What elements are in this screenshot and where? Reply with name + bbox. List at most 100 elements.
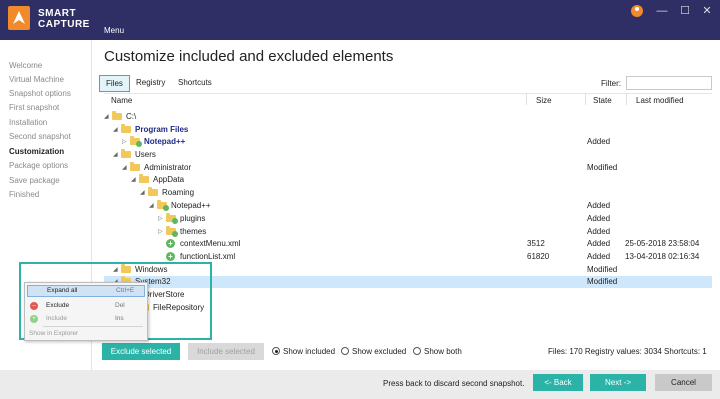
plus-icon: + bbox=[30, 315, 38, 323]
menu-item-exclude[interactable]: – Exclude Del bbox=[27, 300, 145, 312]
radio-label: Show excluded bbox=[352, 347, 407, 356]
folder-icon bbox=[121, 124, 131, 133]
menu-item-show-in-explorer[interactable]: Show in Explorer bbox=[27, 328, 145, 340]
column-size[interactable]: Size bbox=[536, 96, 552, 105]
collapse-arrow-icon[interactable]: ◢ bbox=[122, 162, 127, 174]
radio-label: Show both bbox=[424, 347, 462, 356]
radio-show-included[interactable]: Show included bbox=[272, 347, 335, 356]
folder-icon bbox=[166, 213, 178, 224]
expand-arrow-icon[interactable]: ▷ bbox=[122, 136, 127, 148]
step-second-snapshot[interactable]: Second snapshot bbox=[9, 132, 71, 141]
column-state[interactable]: State bbox=[593, 96, 612, 105]
step-finished[interactable]: Finished bbox=[9, 190, 39, 199]
tree-row[interactable]: ◢ AppData bbox=[104, 174, 712, 186]
back-button[interactable]: <- Back bbox=[533, 374, 583, 391]
menu-item-shortcut: Del bbox=[115, 302, 125, 309]
added-badge-icon bbox=[136, 141, 142, 147]
step-customization[interactable]: Customization bbox=[9, 147, 64, 156]
tree-row[interactable]: ◢ Program Files bbox=[104, 124, 712, 136]
tree-row[interactable]: ▷ Notepad++ Added bbox=[104, 136, 712, 148]
maximize-icon[interactable]: ☐ bbox=[677, 4, 693, 18]
next-button[interactable]: Next -> bbox=[590, 374, 646, 391]
tree-row[interactable]: + contextMenu.xml 3512 Added 25-05-2018 23:5… bbox=[104, 238, 712, 250]
tree-row-size: 3512 bbox=[527, 239, 545, 248]
tree-row-state: Added bbox=[587, 239, 611, 248]
step-first-snapshot[interactable]: First snapshot bbox=[9, 103, 59, 112]
tree-row-name: Administrator bbox=[144, 163, 192, 172]
tree-row[interactable]: ◢ Administrator Modified bbox=[104, 162, 712, 174]
tree-row-name: Program Files bbox=[135, 125, 189, 134]
expand-arrow-icon[interactable]: ▷ bbox=[158, 213, 163, 225]
logo-line-2: CAPTURE bbox=[38, 19, 90, 30]
tree-row-modified: 25-05-2018 23:58:04 bbox=[625, 239, 700, 248]
radio-label: Show included bbox=[283, 347, 336, 356]
menu-item-shortcut: Ins bbox=[115, 315, 124, 322]
step-welcome[interactable]: Welcome bbox=[9, 61, 42, 70]
collapse-arrow-icon[interactable]: ◢ bbox=[149, 200, 154, 212]
column-separator[interactable] bbox=[526, 93, 527, 105]
tree-row-state: Modified bbox=[587, 277, 618, 286]
tree-row[interactable]: ◢ Roaming bbox=[104, 187, 712, 199]
folder-icon bbox=[139, 174, 149, 183]
tree-row-state: Added bbox=[587, 227, 611, 236]
tab-files[interactable]: Files bbox=[99, 75, 130, 92]
menu-separator bbox=[43, 326, 143, 327]
column-separator[interactable] bbox=[626, 93, 627, 105]
step-snapshot-options[interactable]: Snapshot options bbox=[9, 89, 71, 98]
column-separator[interactable] bbox=[585, 93, 586, 105]
collapse-arrow-icon[interactable]: ◢ bbox=[113, 124, 118, 136]
radio-dot[interactable] bbox=[272, 347, 280, 355]
expand-arrow-icon[interactable]: ▷ bbox=[158, 226, 163, 238]
column-last-modified[interactable]: Last modified bbox=[636, 96, 684, 105]
app-logo-text: SMART CAPTURE bbox=[38, 8, 90, 30]
tree-row[interactable]: ▷ themes Added bbox=[104, 226, 712, 238]
context-menu: Expand all Ctrl+E – Exclude Del + Includ… bbox=[24, 282, 148, 341]
step-installation[interactable]: Installation bbox=[9, 118, 47, 127]
user-icon[interactable] bbox=[631, 5, 643, 17]
tree-row-size: 61820 bbox=[527, 252, 550, 261]
tree-row[interactable]: ◢ Users bbox=[104, 149, 712, 161]
added-badge-icon bbox=[163, 205, 169, 211]
menu-item-label: Exclude bbox=[46, 302, 70, 309]
column-name[interactable]: Name bbox=[111, 96, 132, 105]
tree-row[interactable]: ◢ Notepad++ Added bbox=[104, 200, 712, 212]
tree-row-state: Modified bbox=[587, 163, 618, 172]
tab-shortcuts[interactable]: Shortcuts bbox=[172, 75, 218, 92]
menu-item-expand-all[interactable]: Expand all Ctrl+E bbox=[27, 285, 145, 297]
collapse-arrow-icon[interactable]: ◢ bbox=[104, 111, 109, 123]
tree-row-name: Notepad++ bbox=[144, 137, 186, 146]
step-package-options[interactable]: Package options bbox=[9, 161, 68, 170]
folder-icon bbox=[121, 149, 131, 158]
tree-row-state: Modified bbox=[587, 265, 618, 274]
tab-registry[interactable]: Registry bbox=[130, 75, 171, 92]
folder-icon bbox=[130, 136, 142, 147]
cancel-button[interactable]: Cancel bbox=[655, 374, 712, 391]
folder-icon bbox=[166, 226, 178, 237]
step-virtual-machine[interactable]: Virtual Machine bbox=[9, 75, 64, 84]
close-icon[interactable]: ✕ bbox=[699, 4, 715, 18]
collapse-arrow-icon[interactable]: ◢ bbox=[140, 187, 145, 199]
tree-row[interactable]: ▷ plugins Added bbox=[104, 213, 712, 225]
filter-input[interactable] bbox=[626, 76, 712, 90]
exclude-selected-button[interactable]: Exclude selected bbox=[102, 343, 180, 360]
added-badge-icon bbox=[172, 218, 178, 224]
step-save-package[interactable]: Save package bbox=[9, 176, 60, 185]
radio-dot[interactable] bbox=[413, 347, 421, 355]
tree-row-state: Added bbox=[587, 137, 611, 146]
added-file-icon: + bbox=[166, 252, 175, 261]
collapse-arrow-icon[interactable]: ◢ bbox=[131, 174, 136, 186]
tree-row-name: Users bbox=[135, 150, 156, 159]
stats-summary: Files: 170 Registry values: 3034 Shortcu… bbox=[548, 347, 707, 356]
include-selected-button[interactable]: Include selected bbox=[188, 343, 264, 360]
radio-dot[interactable] bbox=[341, 347, 349, 355]
menu-item-label: Expand all bbox=[47, 287, 78, 294]
radio-show-both[interactable]: Show both bbox=[413, 347, 462, 356]
radio-show-excluded[interactable]: Show excluded bbox=[341, 347, 406, 356]
menu-item-include[interactable]: + Include Ins bbox=[27, 313, 145, 325]
collapse-arrow-icon[interactable]: ◢ bbox=[113, 149, 118, 161]
app-header: SMART CAPTURE Menu — ☐ ✕ bbox=[0, 0, 720, 40]
minimize-icon[interactable]: — bbox=[654, 4, 670, 18]
tree-row[interactable]: ◢ C:\ bbox=[104, 111, 712, 123]
menu-button[interactable]: Menu bbox=[104, 26, 124, 35]
menu-item-shortcut: Ctrl+E bbox=[116, 287, 135, 294]
